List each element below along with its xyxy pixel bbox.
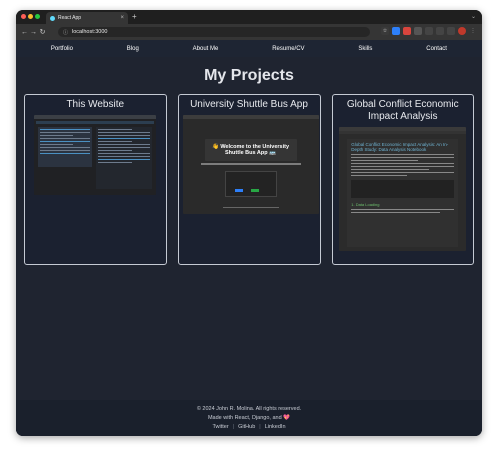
tab-title: React App: [58, 15, 82, 21]
page-content: Portfolio Blog About Me Resume/CV Skills…: [16, 40, 482, 436]
linkedin-link[interactable]: LinkedIn: [265, 424, 286, 430]
tab-search-icon[interactable]: ⌄: [471, 12, 476, 22]
nav-link-blog[interactable]: Blog: [127, 46, 139, 52]
preview-section: 1. Data Loading: [351, 202, 380, 207]
back-button[interactable]: ←: [20, 29, 29, 36]
nav-link-contact[interactable]: Contact: [426, 46, 447, 52]
site-footer: © 2024 John R. Molina. All rights reserv…: [16, 400, 482, 436]
extensions-area: ☆ ⋮: [381, 27, 477, 35]
browser-tab[interactable]: React App ×: [46, 12, 128, 24]
social-links: Twitter | GitHub | LinkedIn: [16, 424, 482, 430]
extension-icon[interactable]: [414, 27, 422, 35]
page-title: My Projects: [204, 67, 294, 84]
extension-icon[interactable]: [425, 27, 433, 35]
copyright-text: © 2024 John R. Molina. All rights reserv…: [196, 406, 302, 412]
minimize-window-button[interactable]: [28, 14, 33, 19]
project-title: This Website: [66, 99, 125, 110]
extension-icon[interactable]: [403, 27, 411, 35]
projects-grid: This Website University Shuttle Bus App …: [24, 94, 474, 265]
browser-tabbar: React App × + ⌄: [16, 10, 482, 24]
forward-button[interactable]: →: [29, 29, 38, 36]
project-screenshot[interactable]: Global Conflict Economic Impact Analysis…: [339, 127, 467, 251]
project-screenshot[interactable]: [34, 115, 157, 195]
new-tab-button[interactable]: +: [132, 12, 137, 22]
maximize-window-button[interactable]: [35, 14, 40, 19]
side-panel-icon[interactable]: [447, 27, 455, 35]
react-favicon-icon: [50, 15, 55, 21]
menu-kebab-icon[interactable]: ⋮: [469, 27, 477, 35]
site-info-icon[interactable]: ⓘ: [63, 29, 68, 36]
nav-link-resume[interactable]: Resume/CV: [272, 46, 304, 52]
project-card[interactable]: University Shuttle Bus App 👋 Welcome to …: [177, 94, 321, 265]
address-url: localhost:3000: [72, 29, 108, 35]
github-link[interactable]: GitHub: [238, 424, 255, 430]
link-separator: |: [259, 424, 261, 430]
site-nav: Portfolio Blog About Me Resume/CV Skills…: [16, 40, 482, 57]
address-bar[interactable]: ⓘ localhost:3000: [58, 27, 370, 37]
extension-icon[interactable]: [392, 27, 400, 35]
preview-heading: 👋 Welcome to the University Shuttle Bus …: [211, 144, 290, 156]
bookmark-star-icon[interactable]: ☆: [381, 27, 389, 35]
made-with-text: Made with React, Django, and 💖: [207, 415, 291, 421]
project-title: University Shuttle Bus App: [190, 99, 308, 110]
nav-link-about[interactable]: About Me: [193, 46, 219, 52]
browser-toolbar: ← → ↻ ⓘ localhost:3000 ☆ ⋮: [16, 24, 482, 40]
project-card[interactable]: Global Conflict Economic Impact Analysis…: [331, 94, 474, 265]
nav-link-portfolio[interactable]: Portfolio: [51, 46, 73, 52]
tab-close-icon[interactable]: ×: [120, 15, 124, 21]
project-card[interactable]: This Website: [24, 94, 167, 265]
project-screenshot[interactable]: 👋 Welcome to the University Shuttle Bus …: [182, 115, 319, 214]
nav-link-skills[interactable]: Skills: [358, 46, 372, 52]
close-window-button[interactable]: [21, 14, 26, 19]
twitter-link[interactable]: Twitter: [213, 424, 229, 430]
preview-heading: Global Conflict Economic Impact Analysis…: [351, 142, 449, 152]
profile-avatar[interactable]: [458, 27, 466, 35]
extension-icon[interactable]: [436, 27, 444, 35]
browser-window: React App × + ⌄ ← → ↻ ⓘ localhost:3000 ☆…: [16, 10, 482, 436]
reload-button[interactable]: ↻: [38, 29, 47, 36]
link-separator: |: [232, 424, 235, 430]
project-title: Global Conflict Economic Impact Analysis: [346, 99, 459, 122]
